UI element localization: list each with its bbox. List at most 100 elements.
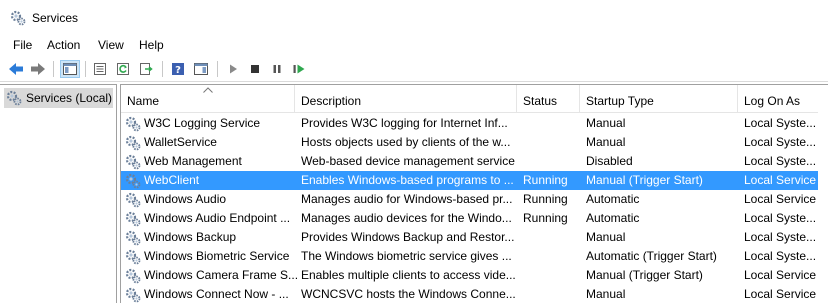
service-row[interactable]: Windows Audio Endpoint ... Manages audio … (121, 209, 819, 228)
service-log-on-as: Local Syste... (744, 154, 817, 168)
tree-item-services-local[interactable]: Services (Local) (4, 88, 113, 108)
service-name-cell: Windows Backup (125, 228, 297, 247)
service-name: W3C Logging Service (144, 116, 261, 130)
column-startup-type[interactable]: Startup Type (580, 85, 738, 113)
stop-service-icon[interactable] (245, 60, 265, 78)
service-startup-type: Automatic (586, 192, 640, 206)
service-row[interactable]: W3C Logging Service Provides W3C logging … (121, 114, 819, 133)
service-startup-type: Manual (586, 287, 626, 301)
menu-bar: File Action View Help (0, 36, 828, 56)
menu-view[interactable]: View (96, 38, 126, 52)
service-log-on-as: Local Service (744, 287, 817, 301)
service-name-cell: Web Management (125, 152, 297, 171)
service-status (523, 266, 583, 285)
service-description: Provides W3C logging for Internet Inf... (301, 116, 508, 130)
pause-service-icon[interactable] (267, 60, 287, 78)
service-gear-icon (125, 268, 141, 283)
help-icon[interactable]: ? (168, 60, 188, 78)
service-log-on-as: Local Service (744, 173, 817, 187)
service-name: Windows Backup (144, 230, 237, 244)
menu-file[interactable]: File (11, 38, 34, 52)
service-row[interactable]: Web Management Web-based device managemen… (121, 152, 819, 171)
service-log-on-as: Local Syste... (744, 211, 817, 225)
service-description: Hosts objects used by clients of the w..… (301, 135, 511, 149)
restart-service-icon[interactable] (289, 60, 309, 78)
service-row[interactable]: Windows Connect Now - ... WCNCSVC hosts t… (121, 285, 819, 303)
service-description: Enables multiple clients to access vide.… (301, 268, 516, 282)
service-row[interactable]: Windows Biometric Service The Windows bio… (121, 247, 819, 266)
service-name-cell: WebClient (125, 171, 297, 190)
service-name-cell: Windows Biometric Service (125, 247, 297, 266)
window-title: Services (32, 11, 79, 25)
service-gear-icon (125, 287, 141, 302)
console-tree: Services (Local) (0, 84, 117, 303)
forward-icon[interactable] (28, 60, 48, 78)
refresh-icon[interactable] (113, 60, 133, 78)
services-gear-icon (6, 90, 22, 106)
service-startup-type: Manual (586, 135, 626, 149)
service-name-cell: W3C Logging Service (125, 114, 297, 133)
service-status (523, 133, 583, 152)
service-status (523, 247, 583, 266)
show-hide-action-pane-icon[interactable] (191, 60, 211, 78)
service-gear-icon (125, 192, 141, 207)
service-row[interactable]: Windows Camera Frame S... Enables multipl… (121, 266, 819, 285)
service-status: Running (523, 192, 568, 206)
service-log-on-as: Local Syste... (744, 249, 817, 263)
service-row[interactable]: WebClient Enables Windows-based programs … (121, 171, 819, 190)
column-log-on-as[interactable]: Log On As (738, 85, 819, 113)
service-log-on-as: Local Syste... (744, 116, 817, 130)
menu-help[interactable]: Help (137, 38, 166, 52)
service-status (523, 114, 583, 133)
service-status (523, 285, 583, 303)
service-status: Running (523, 211, 568, 225)
service-gear-icon (125, 230, 141, 245)
service-description: Provides Windows Backup and Restor... (301, 230, 515, 244)
export-list-icon[interactable] (136, 60, 156, 78)
service-name: Web Management (144, 154, 242, 168)
service-startup-type: Disabled (586, 154, 633, 168)
service-name: Windows Audio (144, 192, 227, 206)
service-startup-type: Manual (Trigger Start) (586, 268, 703, 282)
column-header: Name Description Status Startup Type Log… (121, 85, 828, 113)
service-startup-type: Automatic (586, 211, 640, 225)
service-name: WebClient (144, 173, 200, 187)
service-gear-icon (125, 211, 141, 226)
service-startup-type: Manual (Trigger Start) (586, 173, 703, 187)
service-gear-icon (125, 116, 141, 131)
service-log-on-as: Local Syste... (744, 135, 817, 149)
service-log-on-as: Local Syste... (744, 230, 817, 244)
properties-icon[interactable] (90, 60, 110, 78)
service-gear-icon (125, 173, 141, 188)
service-log-on-as: Local Service (744, 268, 817, 282)
service-description: WCNCSVC hosts the Windows Conne... (301, 287, 516, 301)
menu-action[interactable]: Action (45, 38, 82, 52)
service-name: Windows Audio Endpoint ... (144, 211, 291, 225)
column-name[interactable]: Name (121, 85, 295, 113)
service-row[interactable]: Windows Audio Manages audio for Windows-b… (121, 190, 819, 209)
service-row[interactable]: Windows Backup Provides Windows Backup an… (121, 228, 819, 247)
service-gear-icon (125, 249, 141, 264)
service-status (523, 152, 583, 171)
tree-item-label: Services (Local) (26, 91, 113, 105)
service-log-on-as: Local Service (744, 192, 817, 206)
show-hide-console-tree-icon[interactable] (60, 60, 80, 78)
services-gear-icon (10, 10, 26, 26)
service-name-cell: Windows Audio (125, 190, 297, 209)
back-icon[interactable] (6, 60, 26, 78)
service-name: WalletService (144, 135, 217, 149)
service-name-cell: WalletService (125, 133, 297, 152)
services-list: Name Description Status Startup Type Log… (120, 84, 828, 303)
service-row[interactable]: WalletService Hosts objects used by clien… (121, 133, 819, 152)
service-name-cell: Windows Camera Frame S... (125, 266, 297, 285)
service-name: Windows Camera Frame S... (144, 268, 297, 282)
column-description[interactable]: Description (295, 85, 517, 113)
column-status[interactable]: Status (517, 85, 580, 113)
title-bar: Services (0, 0, 828, 36)
vertical-scrollbar[interactable] (818, 85, 828, 303)
start-service-icon[interactable] (223, 60, 243, 78)
service-status: Running (523, 173, 568, 187)
service-description: The Windows biometric service gives ... (301, 249, 512, 263)
service-gear-icon (125, 154, 141, 169)
svg-text:?: ? (175, 65, 181, 76)
